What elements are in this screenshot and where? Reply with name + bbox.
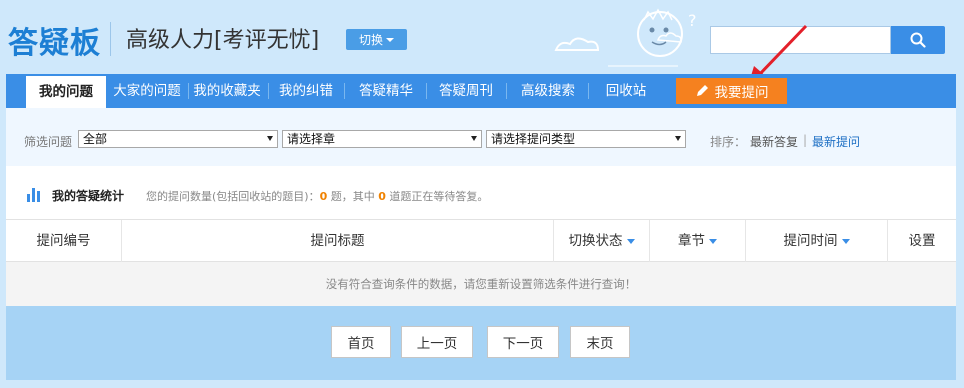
column-label: 章节	[678, 233, 705, 249]
ask-label: 我要提问	[714, 85, 769, 101]
pagination: 首页 上一页 下一页 末页	[6, 306, 956, 380]
switch-course-button[interactable]: 切换	[346, 29, 407, 50]
column-label: 设置	[908, 233, 936, 249]
column-settings: 设置	[888, 220, 956, 262]
tab-corrections[interactable]: 我的纠错	[270, 74, 342, 108]
bar-chart-icon	[27, 188, 40, 202]
sort-down-icon	[626, 238, 635, 244]
sort-latest-reply-link[interactable]: 最新答复	[750, 133, 798, 150]
nav-divider	[426, 83, 427, 99]
nav-divider	[588, 83, 589, 99]
stats-summary: 您的提问数量(包括回收站的题目)：0 题，其中 0 道题正在等待答复。	[146, 188, 488, 204]
sort-down-icon	[709, 238, 717, 244]
header-divider	[110, 22, 111, 56]
column-label: 提问编号	[36, 233, 91, 249]
dropdown-arrow-icon	[267, 136, 273, 141]
dropdown-arrow-icon	[471, 136, 477, 141]
sort-latest-question-link[interactable]: 最新提问	[812, 133, 860, 150]
sort-down-icon	[841, 238, 850, 244]
table-header: 提问编号 提问标题 切换状态 章节 提问时间 设置	[6, 220, 956, 262]
dropdown-arrow-icon	[675, 136, 681, 141]
caret-down-icon	[386, 37, 394, 42]
sort-label: 排序：	[710, 135, 747, 149]
column-question-title: 提问标题	[122, 220, 554, 262]
tab-essentials[interactable]: 答疑精华	[346, 74, 426, 108]
column-question-id: 提问编号	[6, 220, 122, 262]
tab-favorites[interactable]: 我的收藏夹	[189, 74, 265, 108]
search-icon	[910, 32, 926, 48]
column-chapter[interactable]: 章节	[650, 220, 746, 262]
stats-text-2: 题，其中	[327, 190, 379, 203]
course-title: 高级人力[考评无忧]	[126, 28, 320, 53]
header: 答疑板 高级人力[考评无忧] 切换 ?	[0, 0, 964, 86]
nav-divider	[268, 83, 269, 99]
empty-table-message: 没有符合查询条件的数据，请您重新设置筛选条件进行查询！	[6, 262, 956, 306]
next-page-button[interactable]: 下一页	[487, 326, 559, 358]
column-status-toggle[interactable]: 切换状态	[554, 220, 650, 262]
nav-divider	[506, 83, 507, 99]
chapter-select[interactable]: 请选择章	[282, 130, 482, 148]
pencil-icon	[696, 85, 708, 96]
sort-separator: |	[803, 133, 808, 147]
prev-page-button[interactable]: 上一页	[401, 326, 473, 358]
column-question-time[interactable]: 提问时间	[746, 220, 888, 262]
column-label: 提问时间	[783, 233, 838, 249]
column-label: 切换状态	[568, 233, 623, 249]
question-type-value: 请选择提问类型	[491, 132, 576, 146]
filter-bar: 筛选问题 全部 请选择章 请选择提问类型 排序： 最新答复 | 最新提问	[6, 108, 956, 166]
question-type-select[interactable]: 请选择提问类型	[486, 130, 686, 148]
main-nav: 我的问题 大家的问题 我的收藏夹 我的纠错 答疑精华 答疑周刊 高级搜索 回收站…	[6, 74, 956, 108]
stats-title: 我的答疑统计	[52, 189, 125, 203]
switch-label: 切换	[358, 33, 383, 47]
tab-all-questions[interactable]: 大家的问题	[108, 74, 186, 108]
search-button[interactable]	[891, 26, 945, 54]
tab-weekly[interactable]: 答疑周刊	[428, 74, 504, 108]
last-page-button[interactable]: 末页	[570, 326, 630, 358]
ask-question-button[interactable]: 我要提问	[676, 78, 787, 104]
first-page-button[interactable]: 首页	[331, 326, 391, 358]
waiting-count: 0	[378, 190, 386, 203]
filter-label: 筛选问题	[24, 135, 73, 149]
app-logo[interactable]: 答疑板	[8, 18, 101, 62]
stats-text-1: 您的提问数量(包括回收站的题目)：	[146, 190, 320, 203]
stats-text-3: 道题正在等待答复。	[385, 190, 489, 203]
cloud-mascot-icon: ?	[554, 8, 697, 67]
tab-my-questions[interactable]: 我的问题	[26, 76, 106, 108]
tab-advanced-search[interactable]: 高级搜索	[508, 74, 588, 108]
column-label: 提问标题	[310, 233, 365, 249]
svg-text:?: ?	[688, 11, 697, 30]
filter-all-value: 全部	[83, 132, 108, 146]
filter-all-select[interactable]: 全部	[78, 130, 278, 148]
chapter-select-value: 请选择章	[287, 132, 336, 146]
nav-divider	[344, 83, 345, 99]
stats-panel: 我的答疑统计 您的提问数量(包括回收站的题目)：0 题，其中 0 道题正在等待答…	[6, 166, 956, 220]
tab-recycle-bin[interactable]: 回收站	[590, 74, 662, 108]
